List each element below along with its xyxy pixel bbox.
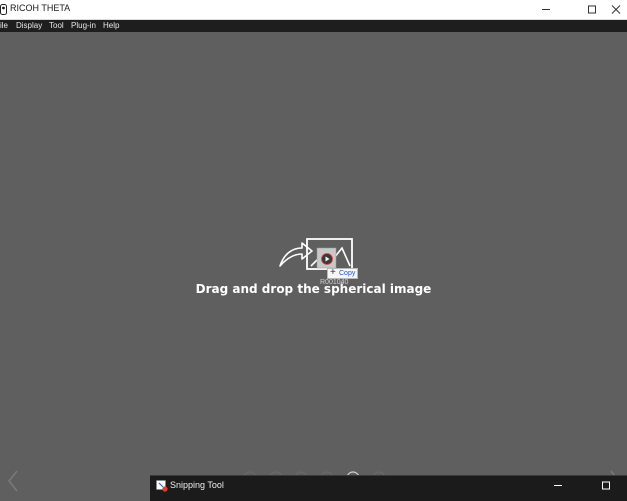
snipping-tool-icon bbox=[156, 480, 168, 492]
copy-badge: + Copy bbox=[327, 267, 358, 279]
theta-app-icon bbox=[0, 4, 7, 15]
drop-instruction: Drag and drop the spherical image bbox=[195, 282, 432, 296]
snipping-tool-title: Snipping Tool bbox=[170, 480, 224, 490]
menu-tool[interactable]: Tool bbox=[49, 20, 64, 32]
maximize-icon bbox=[588, 5, 596, 14]
menu-plug-in[interactable]: Plug-in bbox=[71, 20, 96, 32]
menu-help[interactable]: Help bbox=[103, 20, 119, 32]
minimize-button[interactable] bbox=[530, 0, 562, 19]
snipping-maximize-button[interactable] bbox=[590, 476, 622, 496]
snipping-minimize-button[interactable] bbox=[542, 476, 574, 496]
window-title: RICOH THETA bbox=[10, 3, 71, 13]
menu-display[interactable]: Display bbox=[16, 20, 42, 32]
maximize-button[interactable] bbox=[576, 0, 608, 19]
menu-bar: ile Display Tool Plug-in Help bbox=[0, 20, 627, 32]
menu-file[interactable]: ile bbox=[0, 20, 8, 32]
previous-button[interactable] bbox=[4, 468, 22, 494]
chevron-left-icon bbox=[8, 470, 18, 492]
title-bar: RICOH THETA bbox=[0, 0, 627, 20]
minimize-icon bbox=[542, 9, 550, 10]
snipping-tool-window[interactable]: Snipping Tool bbox=[150, 475, 627, 501]
close-icon bbox=[611, 5, 621, 14]
plus-icon: + bbox=[330, 267, 336, 278]
close-button[interactable] bbox=[606, 0, 627, 19]
minimize-icon bbox=[554, 485, 562, 486]
copy-label: Copy bbox=[339, 270, 356, 277]
maximize-icon bbox=[602, 481, 610, 490]
